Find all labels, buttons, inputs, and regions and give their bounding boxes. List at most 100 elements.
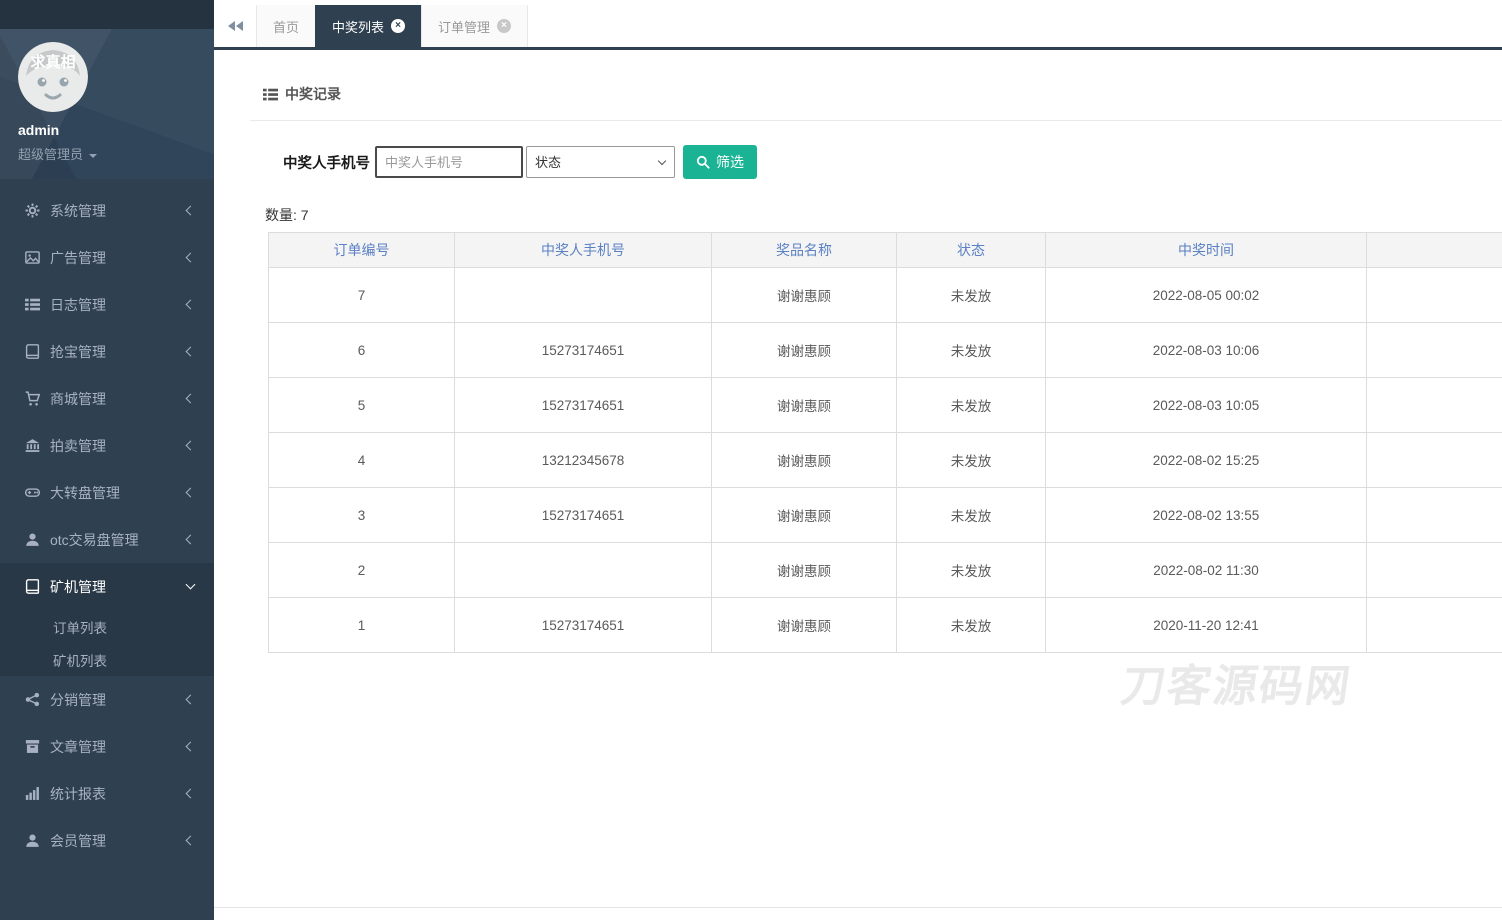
cell-extra bbox=[1367, 543, 1502, 598]
table-row: 3 15273174651 谢谢惠顾 未发放 2022-08-02 13:55 bbox=[269, 488, 1502, 543]
cell-time: 2020-11-20 12:41 bbox=[1046, 598, 1367, 653]
sidebar: 求真相 admin 超级管理员 系统管理 广告管理 bbox=[0, 0, 214, 920]
sidebar-item-ads[interactable]: 广告管理 bbox=[0, 234, 214, 281]
panel-title-text: 中奖记录 bbox=[285, 84, 341, 104]
filter-label: 中奖人手机号 bbox=[283, 152, 370, 173]
cell-prize: 谢谢惠顾 bbox=[712, 323, 897, 378]
chevron-icon bbox=[186, 300, 196, 310]
sidebar-item-label: 拍卖管理 bbox=[50, 436, 187, 456]
sidebar-item-label: 会员管理 bbox=[50, 831, 187, 851]
sidebar-item-system[interactable]: 系统管理 bbox=[0, 187, 214, 234]
sidebar-item-label: 分销管理 bbox=[50, 690, 187, 710]
sidebar-nav: 系统管理 广告管理 日志管理 抢宝管理 bbox=[0, 179, 214, 864]
image-icon bbox=[25, 250, 41, 265]
chevron-icon bbox=[186, 253, 196, 263]
cell-status: 未发放 bbox=[897, 543, 1046, 598]
sidebar-item-miner[interactable]: 矿机管理 bbox=[0, 563, 214, 610]
sidebar-item-label: 矿机列表 bbox=[53, 650, 194, 670]
sidebar-item-label: 系统管理 bbox=[50, 201, 187, 221]
table-row: 5 15273174651 谢谢惠顾 未发放 2022-08-03 10:05 bbox=[269, 378, 1502, 433]
cell-extra bbox=[1367, 323, 1502, 378]
sidebar-item-distribution[interactable]: 分销管理 bbox=[0, 676, 214, 723]
panel-title: 中奖记录 bbox=[263, 84, 1502, 104]
chevron-icon bbox=[186, 695, 196, 705]
chevron-icon bbox=[186, 206, 196, 216]
cell-status: 未发放 bbox=[897, 268, 1046, 323]
sidebar-item-members[interactable]: 会员管理 bbox=[0, 817, 214, 864]
filter-button[interactable]: 筛选 bbox=[683, 145, 757, 179]
user-role-dropdown[interactable]: 超级管理员 bbox=[18, 144, 214, 163]
sidebar-item-auction[interactable]: 拍卖管理 bbox=[0, 422, 214, 469]
sidebar-item-wheel[interactable]: 大转盘管理 bbox=[0, 469, 214, 516]
avatar[interactable]: 求真相 bbox=[18, 42, 88, 112]
avatar-text: 求真相 bbox=[30, 53, 75, 71]
phone-filter-input[interactable] bbox=[375, 146, 523, 178]
cell-extra bbox=[1367, 598, 1502, 653]
table-header-cell: 奖品名称 bbox=[712, 233, 897, 268]
user-panel: 求真相 admin 超级管理员 bbox=[0, 29, 214, 179]
cell-extra bbox=[1367, 268, 1502, 323]
list-icon bbox=[25, 297, 41, 312]
book-icon bbox=[25, 344, 41, 359]
tab-bar: 首页 中奖列表 订单管理 bbox=[214, 0, 1502, 50]
sidebar-item-treasure[interactable]: 抢宝管理 bbox=[0, 328, 214, 375]
gamepad-icon bbox=[25, 485, 41, 500]
tab-prize-list[interactable]: 中奖列表 bbox=[315, 5, 421, 47]
count-label: 数量: bbox=[265, 207, 297, 223]
cell-phone: 15273174651 bbox=[455, 378, 712, 433]
sidebar-item-label: otc交易盘管理 bbox=[50, 530, 187, 550]
chevron-icon bbox=[186, 394, 196, 404]
chevron-icon bbox=[186, 347, 196, 357]
close-tab-icon[interactable] bbox=[391, 19, 405, 33]
caret-down-icon bbox=[89, 154, 97, 158]
cell-order-no: 1 bbox=[269, 598, 455, 653]
chevron-icon bbox=[186, 580, 196, 590]
table-header-cell: 中奖时间 bbox=[1046, 233, 1367, 268]
count-value: 7 bbox=[301, 207, 309, 223]
status-select[interactable]: 状态 bbox=[526, 146, 675, 178]
cell-phone: 15273174651 bbox=[455, 323, 712, 378]
table-header-cell: 状态 bbox=[897, 233, 1046, 268]
main-area: 首页 中奖列表 订单管理 中奖记录 bbox=[214, 0, 1502, 920]
cell-order-no: 5 bbox=[269, 378, 455, 433]
table-header-cell bbox=[1367, 233, 1502, 268]
sidebar-item-logs[interactable]: 日志管理 bbox=[0, 281, 214, 328]
tab-label: 订单管理 bbox=[438, 17, 490, 36]
cell-order-no: 6 bbox=[269, 323, 455, 378]
chevron-icon bbox=[186, 836, 196, 846]
sidebar-item-mall[interactable]: 商城管理 bbox=[0, 375, 214, 422]
bank-icon bbox=[25, 438, 41, 453]
cell-status: 未发放 bbox=[897, 433, 1046, 488]
sidebar-item-otc[interactable]: otc交易盘管理 bbox=[0, 516, 214, 563]
cell-time: 2022-08-03 10:05 bbox=[1046, 378, 1367, 433]
tab-home[interactable]: 首页 bbox=[256, 5, 315, 47]
cell-extra bbox=[1367, 433, 1502, 488]
user-icon bbox=[25, 833, 41, 848]
cell-time: 2022-08-03 10:06 bbox=[1046, 323, 1367, 378]
user-role-label: 超级管理员 bbox=[18, 147, 83, 162]
sidebar-item-miner-list[interactable]: 矿机列表 bbox=[0, 643, 214, 676]
book-icon bbox=[25, 579, 41, 594]
cell-time: 2022-08-02 11:30 bbox=[1046, 543, 1367, 598]
user-name: admin bbox=[18, 122, 214, 138]
sidebar-item-label: 订单列表 bbox=[53, 617, 194, 637]
tab-order-mgmt[interactable]: 订单管理 bbox=[421, 5, 528, 47]
sidebar-item-articles[interactable]: 文章管理 bbox=[0, 723, 214, 770]
sidebar-item-label: 文章管理 bbox=[50, 737, 187, 757]
double-left-icon bbox=[227, 21, 243, 31]
cell-phone bbox=[455, 543, 712, 598]
sidebar-item-order-list[interactable]: 订单列表 bbox=[0, 610, 214, 643]
panel-divider bbox=[250, 120, 1502, 121]
sidebar-item-label: 广告管理 bbox=[50, 248, 187, 268]
cell-prize: 谢谢惠顾 bbox=[712, 543, 897, 598]
content: 中奖记录 中奖人手机号 状态 筛选 数量: 7 bbox=[214, 50, 1502, 653]
status-select-wrap: 状态 bbox=[526, 146, 675, 178]
chart-icon bbox=[25, 786, 41, 801]
sidebar-item-reports[interactable]: 统计报表 bbox=[0, 770, 214, 817]
close-tab-icon[interactable] bbox=[497, 19, 511, 33]
collapse-tabs-button[interactable] bbox=[214, 5, 256, 47]
cell-extra bbox=[1367, 488, 1502, 543]
sidebar-item-label: 矿机管理 bbox=[50, 577, 187, 597]
chevron-icon bbox=[186, 789, 196, 799]
chevron-icon bbox=[186, 441, 196, 451]
